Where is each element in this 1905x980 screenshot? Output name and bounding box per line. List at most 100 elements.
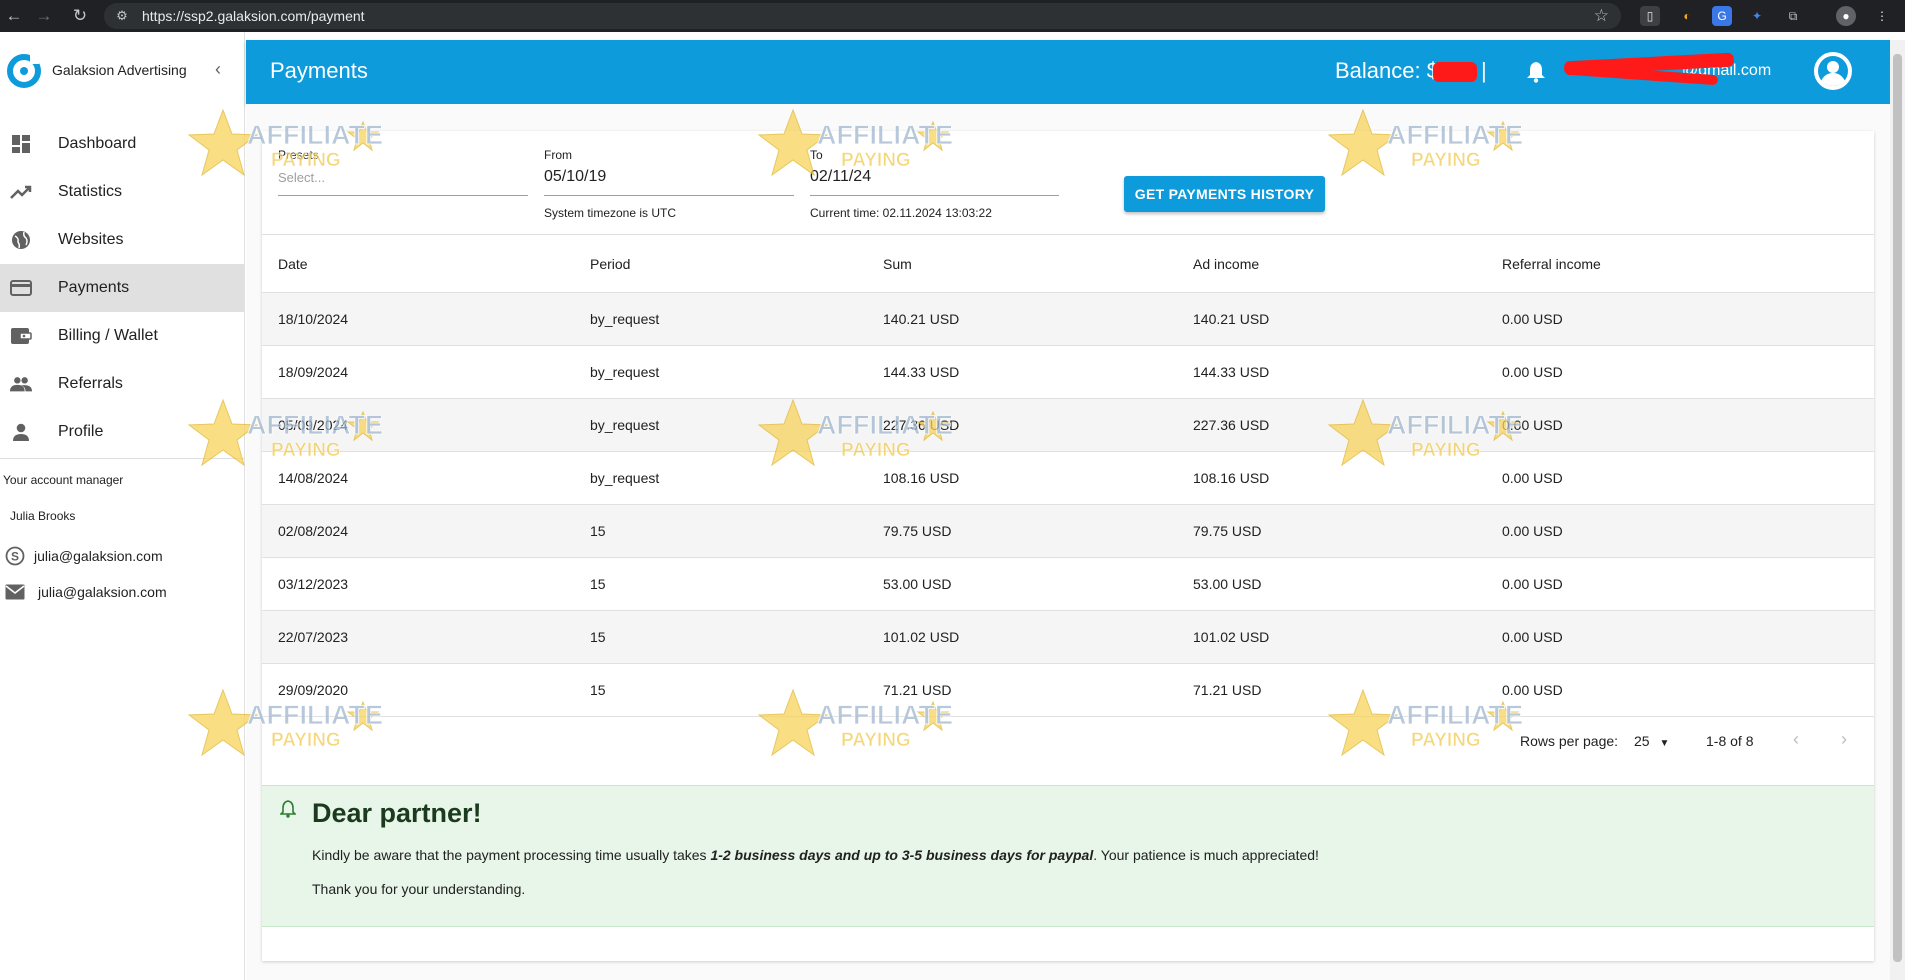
cell-sum: 144.33 USD xyxy=(867,345,1177,399)
cell-date: 14/08/2024 xyxy=(262,451,574,505)
notice-body-end: . Your patience is much appreciated! xyxy=(1093,847,1319,863)
sidebar-item-dashboard[interactable]: Dashboard xyxy=(0,120,245,168)
payments-table: Date Period Sum Ad income Referral incom… xyxy=(262,234,1874,717)
cell-sum: 79.75 USD xyxy=(867,504,1177,558)
forward-icon[interactable]: → xyxy=(30,0,58,32)
notifications-bell-icon[interactable] xyxy=(1526,61,1546,83)
collapse-sidebar-icon[interactable]: ‹ xyxy=(206,58,230,82)
cell-sum: 140.21 USD xyxy=(867,292,1177,346)
timezone-hint: System timezone is UTC xyxy=(544,206,677,220)
table-header-row: Date Period Sum Ad income Referral incom… xyxy=(262,234,1874,293)
sidebar-menu: Dashboard Statistics Websites Payments B… xyxy=(0,120,245,456)
cell-sum: 53.00 USD xyxy=(867,557,1177,611)
sidebar-item-profile[interactable]: Profile xyxy=(0,408,245,456)
manager-skype-row[interactable]: S julia@galaksion.com xyxy=(0,544,245,568)
cell-ad-income: 53.00 USD xyxy=(1177,557,1486,611)
rows-per-page-label: Rows per page: xyxy=(1520,733,1619,749)
cell-referral-income: 0.00 USD xyxy=(1486,451,1874,505)
manager-email-row[interactable]: julia@galaksion.com xyxy=(0,580,245,604)
galaksion-logo-icon[interactable] xyxy=(6,53,42,89)
rows-per-page-select[interactable]: 25 ▼ xyxy=(1634,733,1669,753)
cell-sum: 71.21 USD xyxy=(867,663,1177,717)
column-header-referral-income[interactable]: Referral income xyxy=(1486,234,1874,293)
scrollbar-thumb[interactable] xyxy=(1893,54,1902,962)
sidebar-item-websites[interactable]: Websites xyxy=(0,216,245,264)
sidebar-item-label: Profile xyxy=(58,423,104,440)
sidebar-divider xyxy=(0,458,245,459)
browser-menu-icon[interactable]: ⋮ xyxy=(1872,6,1892,26)
notice-thanks: Thank you for your understanding. xyxy=(312,881,526,897)
column-header-sum[interactable]: Sum xyxy=(867,234,1177,293)
extension-mouse-icon[interactable]: ▯ xyxy=(1640,6,1660,26)
from-date-input[interactable]: 05/10/19 xyxy=(544,168,606,186)
extension-bolt-icon[interactable]: ✦ xyxy=(1747,6,1767,26)
table-row: 03/12/2023 15 53.00 USD 53.00 USD 0.00 U… xyxy=(262,557,1874,611)
get-payments-history-button[interactable]: GET PAYMENTS HISTORY xyxy=(1124,176,1325,212)
cell-period: by_request xyxy=(574,398,867,452)
cell-sum: 227.36 USD xyxy=(867,398,1177,452)
url-text[interactable]: https://ssp2.galaksion.com/payment xyxy=(142,8,365,24)
account-manager-name: Julia Brooks xyxy=(10,509,76,523)
sidebar-item-payments[interactable]: Payments xyxy=(0,264,245,312)
sidebar-item-referrals[interactable]: Referrals xyxy=(0,360,245,408)
balance-label: Balance: $ xyxy=(1335,58,1439,83)
sidebar-item-label: Dashboard xyxy=(58,135,137,152)
cell-ad-income: 71.21 USD xyxy=(1177,663,1486,717)
sidebar: Galaksion Advertising ‹ Dashboard Statis… xyxy=(0,32,245,980)
cell-period: 15 xyxy=(574,557,867,611)
brand-name: Galaksion Advertising xyxy=(52,62,187,78)
payment-notice: Dear partner! Kindly be aware that the p… xyxy=(262,785,1874,927)
previous-page-icon[interactable]: ‹ xyxy=(1793,729,1799,749)
extension-moon-icon[interactable]: ◐ xyxy=(1677,6,1697,26)
manager-skype[interactable]: julia@galaksion.com xyxy=(34,548,163,564)
reload-icon[interactable]: ↻ xyxy=(66,0,94,32)
cell-ad-income: 227.36 USD xyxy=(1177,398,1486,452)
from-label: From xyxy=(544,148,572,162)
sidebar-item-billing-wallet[interactable]: Billing / Wallet xyxy=(0,312,245,360)
page-scrollbar[interactable] xyxy=(1890,40,1905,980)
notice-bell-icon xyxy=(280,800,296,818)
cell-period: by_request xyxy=(574,292,867,346)
notice-body-emphasis: 1-2 business days and up to 3-5 business… xyxy=(710,847,1094,863)
cell-date: 18/09/2024 xyxy=(262,345,574,399)
cell-referral-income: 0.00 USD xyxy=(1486,345,1874,399)
to-date-input[interactable]: 02/11/24 xyxy=(810,168,871,186)
svg-text:S: S xyxy=(11,550,19,564)
presets-placeholder[interactable]: Select... xyxy=(278,170,325,185)
user-avatar[interactable] xyxy=(1814,52,1852,90)
cell-date: 29/09/2020 xyxy=(262,663,574,717)
person-icon xyxy=(10,421,32,443)
column-header-ad-income[interactable]: Ad income xyxy=(1177,234,1486,293)
mail-icon xyxy=(4,581,26,603)
balance-redaction xyxy=(1433,62,1477,82)
table-row: 18/09/2024 by_request 144.33 USD 144.33 … xyxy=(262,345,1874,399)
cell-sum: 101.02 USD xyxy=(867,610,1177,664)
page-title: Payments xyxy=(270,58,368,83)
credit-card-icon xyxy=(10,277,32,299)
column-header-date[interactable]: Date xyxy=(262,234,574,293)
extensions-puzzle-icon[interactable]: ⧉ xyxy=(1783,6,1803,26)
notice-body: Kindly be aware that the payment process… xyxy=(312,847,1319,863)
bookmark-star-icon[interactable]: ☆ xyxy=(1594,6,1609,26)
cell-date: 18/10/2024 xyxy=(262,292,574,346)
back-icon[interactable]: ← xyxy=(0,0,28,32)
presets-label: Presets xyxy=(278,148,319,162)
cell-period: by_request xyxy=(574,345,867,399)
wallet-icon xyxy=(10,325,32,347)
sidebar-item-label: Referrals xyxy=(58,375,123,392)
column-header-period[interactable]: Period xyxy=(574,234,867,293)
next-page-icon[interactable]: › xyxy=(1841,729,1847,749)
address-bar[interactable]: ⚙ https://ssp2.galaksion.com/payment ☆ xyxy=(104,3,1621,29)
cell-date: 02/08/2024 xyxy=(262,504,574,558)
account-manager-title: Your account manager xyxy=(3,473,124,487)
manager-email[interactable]: julia@galaksion.com xyxy=(38,584,167,600)
site-info-icon[interactable]: ⚙ xyxy=(114,8,130,24)
extension-translate-icon[interactable]: G xyxy=(1712,6,1732,26)
people-icon xyxy=(10,373,32,395)
rows-per-page-value[interactable]: 25 xyxy=(1634,733,1650,749)
sidebar-item-label: Payments xyxy=(58,279,130,296)
sidebar-item-statistics[interactable]: Statistics xyxy=(0,168,245,216)
sidebar-item-label: Billing / Wallet xyxy=(58,327,158,344)
profile-avatar-icon[interactable]: ● xyxy=(1836,6,1856,26)
dropdown-caret-icon[interactable]: ▼ xyxy=(1659,738,1669,749)
